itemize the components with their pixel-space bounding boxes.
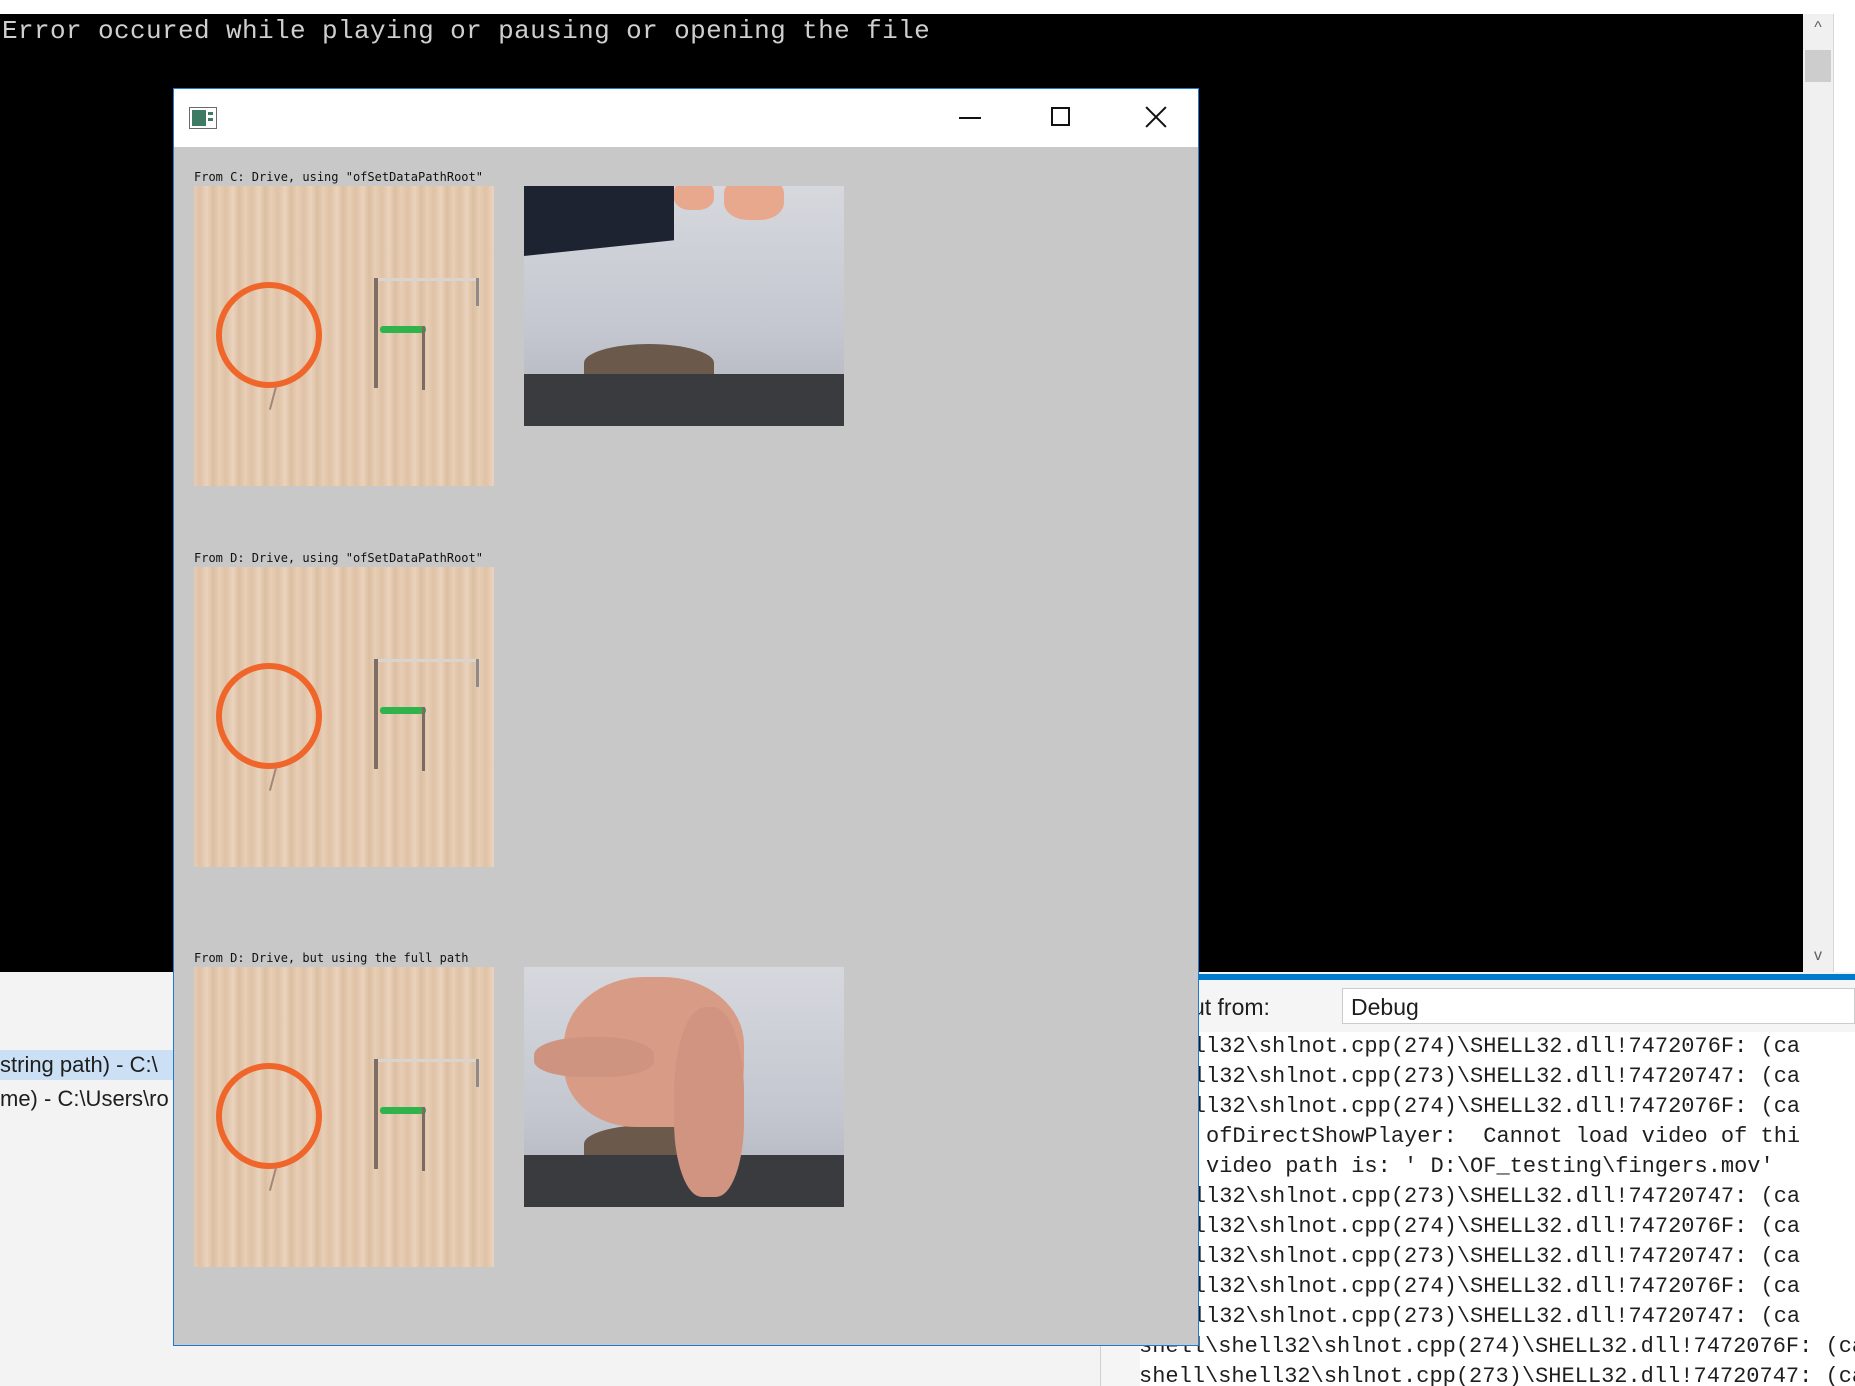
output-source-select[interactable]: Debug: [1342, 988, 1855, 1024]
maximize-icon: [1051, 107, 1070, 126]
output-line: ce ] video path is: ' D:\OF_testing\fing…: [1140, 1154, 1774, 1179]
scrollbar-thumb[interactable]: [1805, 50, 1831, 82]
output-line: \shell32\shlnot.cpp(274)\SHELL32.dll!747…: [1140, 1274, 1801, 1299]
minimize-icon: [959, 117, 981, 119]
close-button[interactable]: [1107, 89, 1199, 147]
scroll-down-icon[interactable]: v: [1808, 946, 1828, 966]
app-window: From C: Drive, using "ofSetDataPathRoot"…: [173, 88, 1199, 1346]
video-frame: [524, 186, 844, 426]
output-text[interactable]: \shell32\shlnot.cpp(274)\SHELL32.dll!747…: [1140, 1032, 1855, 1386]
callstack-row[interactable]: me) - C:\Users\ro: [0, 1084, 169, 1114]
ide-top-strip: [0, 0, 1855, 14]
scroll-up-icon[interactable]: ^: [1808, 18, 1828, 38]
output-line: \shell32\shlnot.cpp(274)\SHELL32.dll!747…: [1140, 1094, 1801, 1119]
maximize-button[interactable]: [1015, 89, 1107, 147]
of-logo-image: [194, 186, 494, 486]
output-line: \shell32\shlnot.cpp(273)\SHELL32.dll!747…: [1140, 1184, 1801, 1209]
output-line: \shell32\shlnot.cpp(273)\SHELL32.dll!747…: [1140, 1064, 1801, 1089]
ide-right-edge: [1833, 14, 1855, 972]
output-line: \shell32\shlnot.cpp(273)\SHELL32.dll!747…: [1140, 1304, 1801, 1329]
minimize-button[interactable]: [923, 89, 1015, 147]
section-label-d-drive-full-path: From D: Drive, but using the full path: [194, 951, 469, 965]
output-line: \shell32\shlnot.cpp(274)\SHELL32.dll!747…: [1140, 1214, 1801, 1239]
console-scrollbar[interactable]: ^ v: [1803, 14, 1833, 972]
console-error-message: Error occured while playing or pausing o…: [2, 16, 931, 46]
output-line: or ] ofDirectShowPlayer: Cannot load vid…: [1140, 1124, 1801, 1149]
section-label-c-drive: From C: Drive, using "ofSetDataPathRoot": [194, 170, 483, 184]
output-line: shell\shell32\shlnot.cpp(274)\SHELL32.dl…: [1140, 1334, 1855, 1359]
of-logo-image: [194, 567, 494, 867]
output-header: utput from: Debug: [1100, 988, 1855, 1028]
of-logo-image: [194, 967, 494, 1267]
app-window-icon[interactable]: [189, 107, 217, 129]
output-line: \shell32\shlnot.cpp(274)\SHELL32.dll!747…: [1140, 1034, 1801, 1059]
output-line: \shell32\shlnot.cpp(273)\SHELL32.dll!747…: [1140, 1244, 1801, 1269]
output-line: shell\shell32\shlnot.cpp(273)\SHELL32.dl…: [1140, 1364, 1855, 1386]
section-label-d-drive: From D: Drive, using "ofSetDataPathRoot": [194, 551, 483, 565]
window-titlebar[interactable]: [174, 89, 1198, 147]
video-frame: [524, 967, 844, 1207]
callstack-row[interactable]: string path) - C:\: [0, 1050, 200, 1080]
